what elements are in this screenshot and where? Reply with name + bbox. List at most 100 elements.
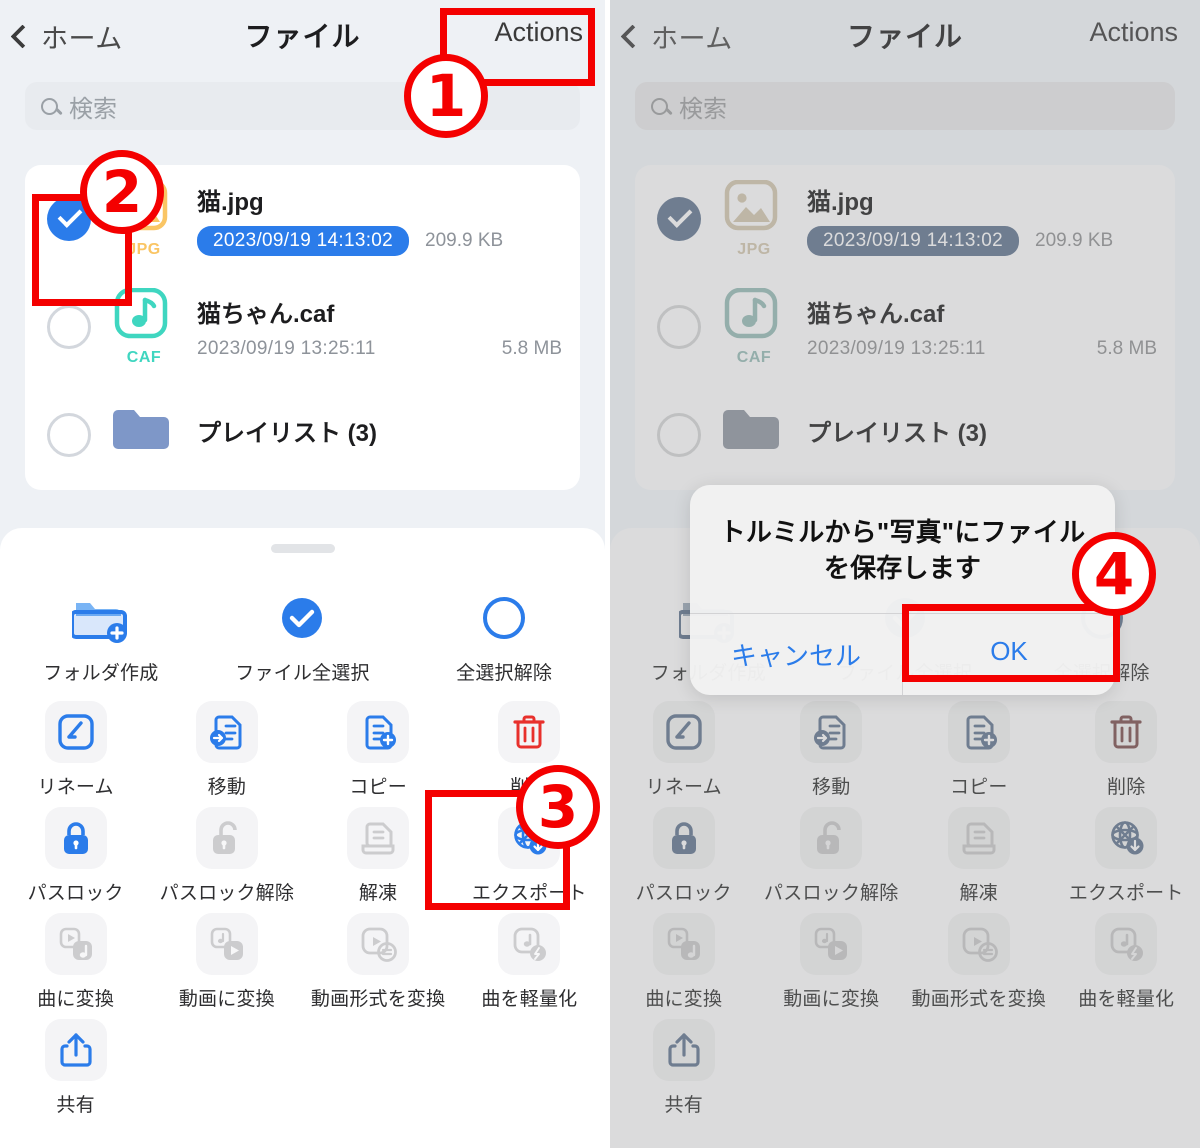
search-input[interactable]: 検索	[635, 82, 1175, 130]
sheet-action-convert-to-audio[interactable]: 曲に変換	[610, 905, 758, 1011]
sheet-action-unlock[interactable]: パスロック解除	[758, 799, 906, 905]
sheet-action-label: 動画に変換	[178, 989, 275, 1010]
to-video-icon	[800, 913, 863, 975]
file-meta: 猫.jpg 2023/09/19 14:13:02 209.9 KB	[807, 182, 1175, 256]
sheet-action-compress-audio[interactable]: 曲を軽量化	[454, 905, 605, 1011]
convert-video-format-icon	[347, 913, 410, 975]
sheet-action-label: パスロック	[635, 883, 732, 904]
sheet-action-move[interactable]: 移動	[151, 693, 302, 799]
file-date-badge: 2023/09/19 14:13:02	[807, 226, 1020, 256]
trash-icon	[1095, 701, 1158, 763]
share-icon	[44, 1019, 107, 1081]
sheet-action-label: 曲を軽量化	[481, 989, 578, 1010]
sheet-grabber[interactable]	[270, 544, 335, 553]
file-checkbox[interactable]	[47, 413, 91, 457]
sheet-action-rename[interactable]: リネーム	[0, 693, 151, 799]
sheet-action-label: パスロック解除	[159, 883, 295, 904]
move-file-icon	[195, 701, 258, 763]
sheet-action-create-folder[interactable]: フォルダ作成	[0, 579, 202, 685]
file-name: 猫.jpg	[807, 189, 874, 216]
folder-add-icon	[70, 587, 132, 649]
sheet-action-rename[interactable]: リネーム	[610, 693, 758, 799]
jpg-file-icon: JPG	[113, 180, 175, 258]
save-to-photos-dialog: トルミルから"写真"にファイルを保存します キャンセル OK	[690, 485, 1115, 695]
dialog-title: トルミルから"写真"にファイルを保存します	[719, 517, 1086, 583]
screenshot-stage: ホーム ファイル Actions 検索 JPG 猫.jpg 2023/09/19…	[0, 0, 1200, 1148]
sheet-action-label: 解凍	[358, 883, 398, 904]
ok-button[interactable]: OK	[902, 613, 1115, 695]
table-row[interactable]: JPG 猫.jpg 2023/09/19 14:13:02 209.9 KB	[635, 165, 1175, 273]
unlock-icon	[195, 807, 258, 869]
sheet-action-label: コピー	[949, 777, 1008, 798]
left-app-screen: ホーム ファイル Actions 検索 JPG 猫.jpg 2023/09/19…	[0, 0, 605, 1148]
sheet-action-label: エクスポート	[472, 883, 587, 904]
right-navigation-bar: ホーム ファイル Actions	[610, 0, 1200, 64]
sheet-action-unzip[interactable]: 解凍	[303, 799, 454, 905]
sheet-action-copy[interactable]: コピー	[303, 693, 454, 799]
cancel-button[interactable]: キャンセル	[690, 614, 902, 695]
actions-button[interactable]: Actions	[494, 17, 583, 48]
caf-file-icon: CAF	[113, 288, 175, 366]
sheet-action-unlock[interactable]: パスロック解除	[151, 799, 302, 905]
search-input[interactable]: 検索	[25, 82, 580, 130]
actions-sheet: フォルダ作成 ファイル全選択	[0, 528, 605, 1148]
file-checkbox-selected[interactable]	[657, 197, 701, 241]
sheet-action-share[interactable]: 共有	[610, 1011, 758, 1117]
file-size: 209.9 KB	[425, 230, 504, 251]
sheet-action-lock[interactable]: パスロック	[610, 799, 758, 905]
file-date: 2023/09/19 13:25:11	[197, 338, 376, 359]
table-row[interactable]: プレイリスト (3)	[25, 381, 580, 489]
file-date: 2023/09/19 13:25:11	[807, 338, 986, 359]
table-row[interactable]: プレイリスト (3)	[635, 381, 1175, 489]
table-row[interactable]: JPG 猫.jpg 2023/09/19 14:13:02 209.9 KB	[25, 165, 580, 273]
rename-icon	[652, 701, 715, 763]
sheet-action-label: リネーム	[645, 777, 722, 798]
file-checkbox[interactable]	[657, 305, 701, 349]
file-date-badge: 2023/09/19 14:13:02	[197, 226, 410, 256]
search-placeholder: 検索	[679, 95, 727, 123]
jpg-file-type-label: JPG	[127, 241, 161, 258]
sheet-action-compress-audio[interactable]: 曲を軽量化	[1053, 905, 1200, 1011]
sheet-action-label: 曲を軽量化	[1078, 989, 1175, 1010]
table-row[interactable]: CAF 猫ちゃん.caf 2023/09/19 13:25:11 5.8 MB	[635, 273, 1175, 381]
export-icon	[498, 807, 561, 869]
move-file-icon	[800, 701, 863, 763]
sheet-top-row: フォルダ作成 ファイル全選択	[0, 553, 605, 685]
sheet-action-grid: リネーム 移動 コピー 削除 パスロック パスロック解除 解凍 エクスポート 曲…	[610, 685, 1200, 1117]
sheet-action-move[interactable]: 移動	[758, 693, 906, 799]
sheet-action-copy[interactable]: コピー	[905, 693, 1053, 799]
sheet-action-select-all[interactable]: ファイル全選択	[202, 579, 404, 685]
sheet-action-delete[interactable]: 削除	[454, 693, 605, 799]
sheet-action-share[interactable]: 共有	[0, 1011, 151, 1117]
table-row[interactable]: CAF 猫ちゃん.caf 2023/09/19 13:25:11 5.8 MB	[25, 273, 580, 381]
to-audio-icon	[44, 913, 107, 975]
rename-icon	[44, 701, 107, 763]
sheet-action-delete[interactable]: 削除	[1053, 693, 1200, 799]
sheet-action-label: 移動	[812, 777, 851, 798]
sheet-action-label: 共有	[56, 1095, 95, 1116]
sheet-action-deselect-all[interactable]: 全選択解除	[403, 579, 605, 685]
sheet-action-convert-video-format[interactable]: 動画形式を変換	[905, 905, 1053, 1011]
sheet-action-label: 削除	[510, 777, 549, 798]
sheet-action-lock[interactable]: パスロック	[0, 799, 151, 905]
dialog-body: トルミルから"写真"にファイルを保存します	[690, 485, 1115, 613]
sheet-action-label: ファイル全選択	[235, 663, 370, 684]
file-checkbox-selected[interactable]	[47, 197, 91, 241]
left-panel: ホーム ファイル Actions 検索 JPG 猫.jpg 2023/09/19…	[0, 0, 605, 1148]
sheet-action-unzip[interactable]: 解凍	[905, 799, 1053, 905]
copy-file-icon	[347, 701, 410, 763]
to-video-icon	[195, 913, 258, 975]
actions-button[interactable]: Actions	[1089, 17, 1178, 48]
file-checkbox[interactable]	[657, 413, 701, 457]
compress-audio-icon	[498, 913, 561, 975]
file-meta: 猫ちゃん.caf 2023/09/19 13:25:11 5.8 MB	[197, 294, 580, 360]
share-icon	[652, 1019, 715, 1081]
sheet-action-export[interactable]: エクスポート	[454, 799, 605, 905]
sheet-action-convert-video-format[interactable]: 動画形式を変換	[303, 905, 454, 1011]
sheet-action-convert-to-video[interactable]: 動画に変換	[151, 905, 302, 1011]
sheet-action-convert-to-video[interactable]: 動画に変換	[758, 905, 906, 1011]
sheet-action-export[interactable]: エクスポート	[1053, 799, 1200, 905]
sheet-action-convert-to-audio[interactable]: 曲に変換	[0, 905, 151, 1011]
file-checkbox[interactable]	[47, 305, 91, 349]
file-name: 猫ちゃん.caf	[807, 301, 945, 328]
